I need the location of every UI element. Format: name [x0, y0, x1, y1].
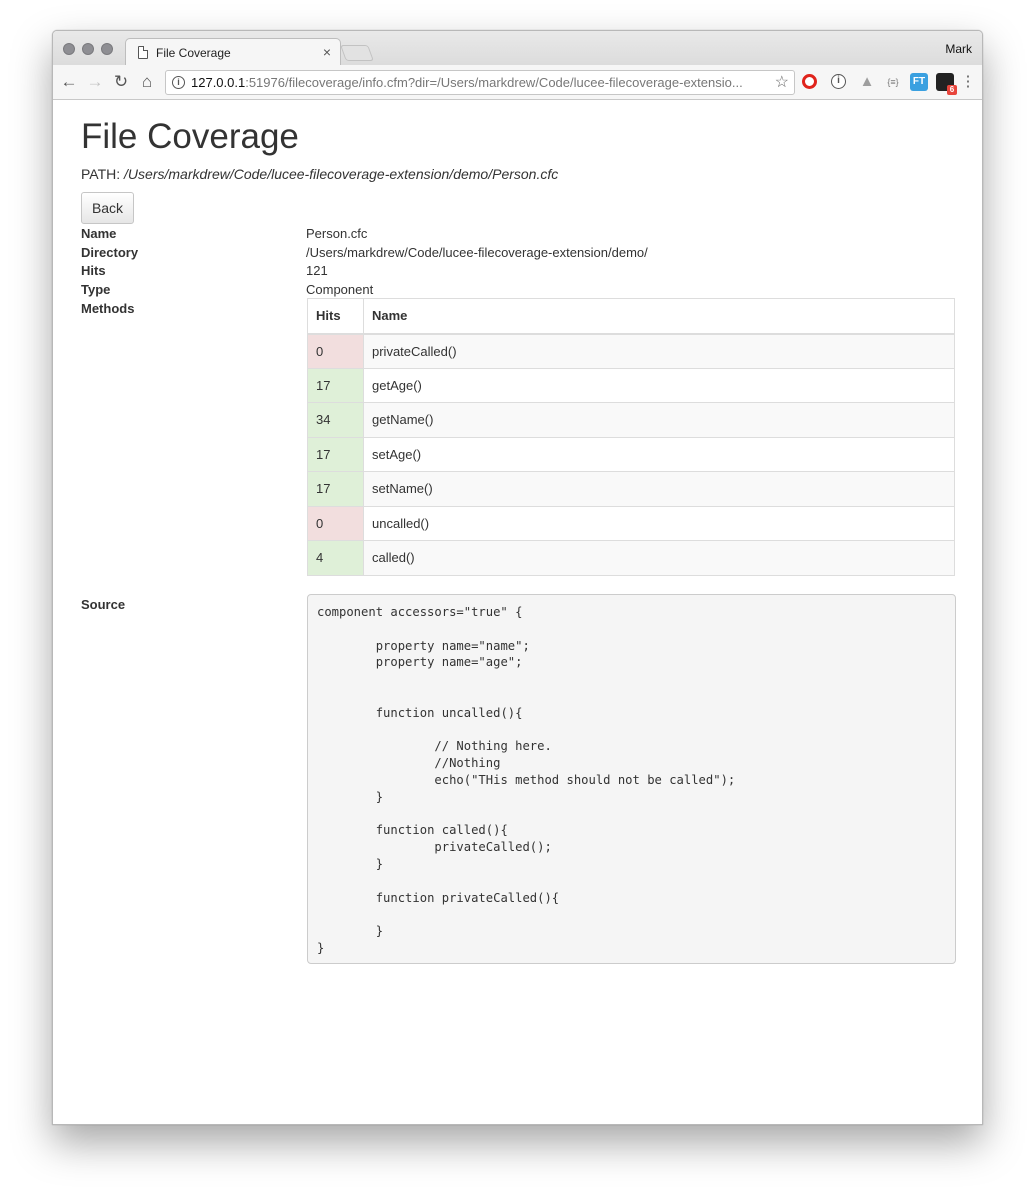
- new-tab-button[interactable]: [340, 45, 374, 61]
- path-value: /Users/markdrew/Code/lucee-filecoverage-…: [124, 166, 559, 182]
- hits-column-header: Hits: [307, 298, 364, 335]
- url-path: :51976/filecoverage/info.cfm?dir=/Users/…: [245, 75, 743, 90]
- source-code-block: component accessors="true" { property na…: [307, 594, 956, 964]
- name-label: Name: [81, 226, 117, 241]
- method-hits-cell: 0: [307, 505, 364, 541]
- opera-icon[interactable]: [802, 74, 817, 89]
- title-bar: File Coverage × Mark: [53, 31, 982, 66]
- back-button[interactable]: Back: [81, 192, 134, 224]
- directory-value: /Users/markdrew/Code/lucee-filecoverage-…: [306, 245, 648, 260]
- extension-badge: 6: [947, 85, 957, 95]
- back-arrow-icon[interactable]: ←: [59, 71, 79, 93]
- browser-window: File Coverage × Mark ← → ↻ ⌂ i 127.0.0.1…: [52, 30, 983, 1125]
- close-window-button[interactable]: [63, 43, 75, 55]
- forward-arrow-icon[interactable]: →: [85, 71, 105, 93]
- table-header-row: Hits Name: [307, 298, 955, 335]
- method-hits-cell: 17: [307, 367, 364, 403]
- site-info-icon[interactable]: i: [172, 76, 185, 89]
- drive-icon[interactable]: ▲: [858, 73, 876, 91]
- browser-toolbar: ← → ↻ ⌂ i 127.0.0.1:51976/filecoverage/i…: [53, 65, 982, 100]
- file-path: PATH: /Users/markdrew/Code/lucee-filecov…: [81, 166, 558, 182]
- table-row: 17 setName(): [307, 471, 955, 507]
- method-hits-cell: 34: [307, 402, 364, 438]
- info-circle-icon[interactable]: i: [831, 74, 846, 89]
- table-row: 4 called(): [307, 540, 955, 576]
- page-content: File Coverage PATH: /Users/markdrew/Code…: [53, 101, 982, 1124]
- sixth-icon[interactable]: 6: [936, 73, 957, 95]
- document-icon: [138, 46, 148, 59]
- hits-value: 121: [306, 263, 328, 278]
- url-text: 127.0.0.1:51976/filecoverage/info.cfm?di…: [191, 71, 743, 94]
- method-name-cell: privateCalled(): [363, 333, 955, 369]
- reload-icon[interactable]: ↻: [111, 71, 131, 93]
- type-label: Type: [81, 282, 111, 297]
- tab-close-icon[interactable]: ×: [323, 44, 331, 60]
- type-value: Component: [306, 282, 374, 297]
- table-row: 17 getAge(): [307, 367, 955, 403]
- method-name-cell: getAge(): [363, 367, 955, 403]
- bookmark-star-icon[interactable]: ☆: [775, 71, 789, 94]
- ft-icon[interactable]: FT: [910, 73, 928, 91]
- address-bar[interactable]: i 127.0.0.1:51976/filecoverage/info.cfm?…: [165, 70, 795, 95]
- method-hits-cell: 17: [307, 436, 364, 472]
- method-name-cell: setAge(): [363, 436, 955, 472]
- method-hits-cell: 17: [307, 471, 364, 507]
- methods-label: Methods: [81, 301, 135, 316]
- directory-label: Directory: [81, 245, 139, 260]
- methods-table: Hits Name 0 privateCalled() 17 getAge() 34 ge…: [307, 298, 955, 576]
- name-value: Person.cfc: [306, 226, 368, 241]
- page-title: File Coverage: [81, 117, 299, 156]
- method-hits-cell: 4: [307, 540, 364, 576]
- tab-title: File Coverage: [156, 46, 231, 60]
- method-name-cell: setName(): [363, 471, 955, 507]
- path-label: PATH:: [81, 166, 121, 182]
- table-row: 17 setAge(): [307, 436, 955, 472]
- zoom-window-button[interactable]: [101, 43, 113, 55]
- home-icon[interactable]: ⌂: [137, 71, 157, 93]
- table-row: 34 getName(): [307, 402, 955, 438]
- hits-label: Hits: [81, 263, 106, 278]
- name-column-header: Name: [363, 298, 955, 335]
- method-name-cell: uncalled(): [363, 505, 955, 541]
- source-label: Source: [81, 597, 126, 612]
- json-viewer-icon[interactable]: {≡}: [884, 73, 902, 91]
- url-host: 127.0.0.1: [191, 75, 246, 90]
- method-name-cell: called(): [363, 540, 955, 576]
- menu-kebab-icon[interactable]: ⋮: [958, 71, 978, 93]
- browser-tab[interactable]: File Coverage ×: [125, 38, 341, 66]
- method-name-cell: getName(): [363, 402, 955, 438]
- minimize-window-button[interactable]: [82, 43, 94, 55]
- method-hits-cell: 0: [307, 333, 364, 369]
- table-row: 0 privateCalled(): [307, 333, 955, 369]
- table-row: 0 uncalled(): [307, 505, 955, 541]
- profile-name[interactable]: Mark: [945, 42, 972, 56]
